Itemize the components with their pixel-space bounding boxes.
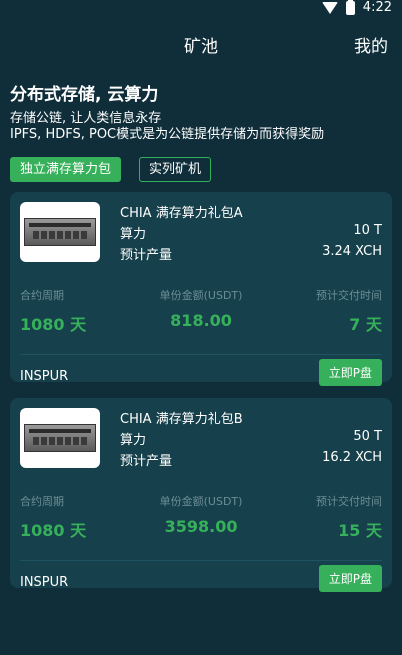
power-value: 50 T bbox=[353, 429, 382, 444]
brand-label: INSPUR bbox=[20, 575, 69, 590]
card-divider bbox=[20, 354, 382, 355]
price-stat: 单份金额(USDT) 818.00 bbox=[160, 287, 243, 335]
intro-line-1: 存储公链, 让人类信息永存 bbox=[10, 111, 162, 126]
product-image bbox=[20, 408, 100, 468]
cycle-stat: 合约周期 1080 天 bbox=[20, 287, 86, 335]
power-row: 算力 50 T bbox=[120, 429, 382, 448]
power-label: 算力 bbox=[120, 227, 147, 242]
buy-button[interactable]: 立即P盘 bbox=[318, 359, 382, 386]
delivery-value: 7 天 bbox=[349, 315, 382, 334]
cycle-value: 1080 天 bbox=[20, 521, 87, 540]
product-card[interactable]: CHIA 满存算力礼包B 算力 50 T 预计产量 16.2 XCH 合约周期 … bbox=[10, 398, 392, 592]
server-icon bbox=[24, 424, 96, 452]
output-value: 16.2 XCH bbox=[322, 450, 382, 465]
cycle-label: 合约周期 bbox=[20, 495, 64, 508]
delivery-stat: 预计交付时间 15 天 bbox=[316, 493, 382, 541]
cycle-stat: 合约周期 1080 天 bbox=[20, 493, 86, 541]
product-card[interactable]: CHIA 满存算力礼包A 算力 10 T 预计产量 3.24 XCH 合约周期 … bbox=[10, 192, 392, 386]
product-stats: 合约周期 1080 天 单份金额(USDT) 818.00 预计交付时间 7 天 bbox=[20, 287, 382, 335]
output-row: 预计产量 16.2 XCH bbox=[120, 450, 382, 469]
price-label: 单份金额(USDT) bbox=[159, 289, 243, 302]
category-tabs: 独立满存算力包 实列矿机 bbox=[0, 143, 402, 182]
power-row: 算力 10 T bbox=[120, 223, 382, 242]
delivery-stat: 预计交付时间 7 天 bbox=[316, 287, 382, 335]
power-label: 算力 bbox=[120, 433, 147, 448]
brand-label: INSPUR bbox=[20, 369, 69, 384]
status-bar: 4:22 bbox=[0, 0, 402, 18]
mine-link[interactable]: 我的 bbox=[354, 32, 388, 57]
server-icon bbox=[24, 218, 96, 246]
status-time: 4:22 bbox=[362, 0, 392, 15]
price-label: 单份金额(USDT) bbox=[159, 495, 243, 508]
product-image bbox=[20, 202, 100, 262]
page-title: 矿池 bbox=[184, 37, 218, 57]
tab-storage-package[interactable]: 独立满存算力包 bbox=[10, 157, 122, 182]
wifi-icon bbox=[321, 1, 338, 14]
output-value: 3.24 XCH bbox=[322, 244, 382, 259]
cycle-value: 1080 天 bbox=[20, 315, 87, 334]
product-name: CHIA 满存算力礼包B bbox=[120, 412, 243, 427]
intro-section: 分布式存储, 云算力 存储公链, 让人类信息永存 IPFS, HDFS, POC… bbox=[0, 68, 402, 143]
output-label: 预计产量 bbox=[120, 454, 173, 469]
intro-line-2: IPFS, HDFS, POC模式是为公链提供存储为而获得奖励 bbox=[10, 127, 325, 142]
product-stats: 合约周期 1080 天 单份金额(USDT) 3598.00 预计交付时间 15… bbox=[20, 493, 382, 541]
output-row: 预计产量 3.24 XCH bbox=[120, 244, 382, 263]
price-value: 818.00 bbox=[170, 311, 232, 330]
delivery-label: 预计交付时间 bbox=[315, 289, 382, 302]
price-value: 3598.00 bbox=[164, 517, 238, 536]
product-name: CHIA 满存算力礼包A bbox=[120, 206, 243, 221]
battery-icon bbox=[345, 0, 355, 15]
app-header: 矿池 我的 bbox=[0, 18, 402, 68]
delivery-label: 预计交付时间 bbox=[315, 495, 382, 508]
card-divider bbox=[20, 560, 382, 561]
tab-miner-instance[interactable]: 实列矿机 bbox=[139, 157, 212, 182]
output-label: 预计产量 bbox=[120, 248, 173, 263]
intro-heading: 分布式存储, 云算力 bbox=[10, 85, 159, 105]
buy-button[interactable]: 立即P盘 bbox=[318, 565, 382, 592]
cycle-label: 合约周期 bbox=[20, 289, 64, 302]
power-value: 10 T bbox=[353, 223, 382, 238]
price-stat: 单份金额(USDT) 3598.00 bbox=[160, 493, 243, 541]
delivery-value: 15 天 bbox=[338, 521, 382, 540]
